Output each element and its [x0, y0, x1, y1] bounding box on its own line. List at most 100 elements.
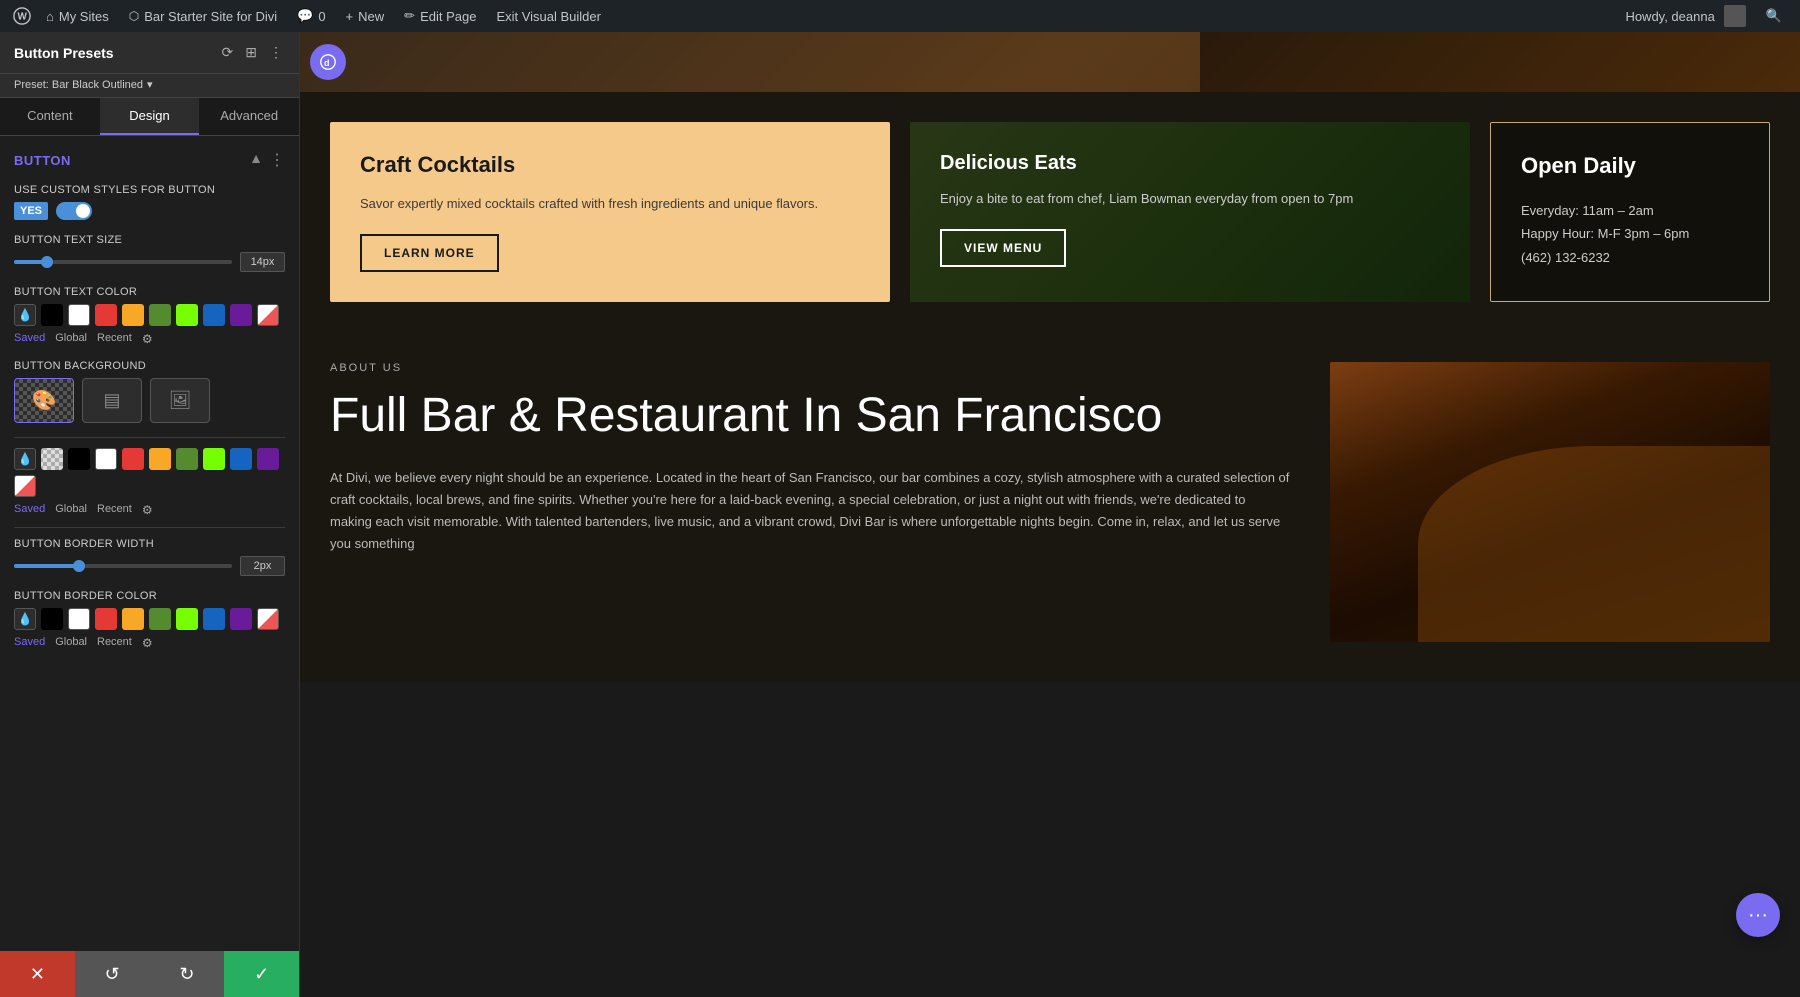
- section-options-icon[interactable]: ⋮: [269, 150, 285, 170]
- color-white-2[interactable]: [95, 448, 117, 470]
- redo-button[interactable]: ↻: [150, 951, 225, 997]
- eats-description: Enjoy a bite to eat from chef, Liam Bowm…: [940, 189, 1440, 209]
- color-yellow[interactable]: [122, 304, 144, 326]
- bg-options: 🎨 ▤ 🖼: [14, 378, 285, 423]
- color-white-3[interactable]: [68, 608, 90, 630]
- color-red-2[interactable]: [122, 448, 144, 470]
- exit-builder-item[interactable]: Exit Visual Builder: [486, 0, 611, 32]
- phone: (462) 132-6232: [1521, 250, 1610, 265]
- howdy-item[interactable]: Howdy, deanna: [1615, 0, 1755, 32]
- border-width-value[interactable]: 2px: [240, 556, 285, 576]
- color-green-3[interactable]: [176, 608, 198, 630]
- global-label-2[interactable]: Global: [55, 503, 87, 517]
- text-size-thumb[interactable]: [41, 256, 53, 268]
- saved-label-2[interactable]: Saved: [14, 503, 45, 517]
- bg-option-image[interactable]: 🖼: [150, 378, 210, 423]
- color-settings-icon-2[interactable]: ⚙: [142, 503, 153, 517]
- site-name-item[interactable]: ⬡ Bar Starter Site for Divi: [119, 0, 287, 32]
- section-icons: ▲ ⋮: [249, 150, 285, 170]
- recent-label-1[interactable]: Recent: [97, 332, 132, 346]
- color-blue[interactable]: [203, 304, 225, 326]
- color-none[interactable]: [257, 304, 279, 326]
- color-none-3[interactable]: [257, 608, 279, 630]
- color-purple-2[interactable]: [257, 448, 279, 470]
- new-item[interactable]: + New: [336, 0, 395, 32]
- bg-option-solid[interactable]: 🎨: [14, 378, 74, 423]
- cocktails-description: Savor expertly mixed cocktails crafted w…: [360, 194, 860, 214]
- color-olive-3[interactable]: [149, 608, 171, 630]
- bg-option-gradient[interactable]: ▤: [82, 378, 142, 423]
- color-purple[interactable]: [230, 304, 252, 326]
- button-border-width-row: Button Border Width 2px: [14, 538, 285, 576]
- solid-icon: 🎨: [32, 388, 57, 413]
- panel-header-icons: ⟳ ⊞ ⋮: [220, 42, 285, 63]
- view-menu-button[interactable]: VIEW MENU: [940, 229, 1066, 267]
- eyedropper-tool-2[interactable]: 💧: [14, 448, 36, 470]
- recent-label-2[interactable]: Recent: [97, 503, 132, 517]
- custom-styles-toggle[interactable]: [56, 202, 92, 220]
- undo-icon: ↺: [105, 964, 120, 985]
- border-width-thumb[interactable]: [73, 560, 85, 572]
- eyedropper-tool-3[interactable]: 💧: [14, 608, 36, 630]
- tab-advanced[interactable]: Advanced: [199, 98, 299, 135]
- color-blue-2[interactable]: [230, 448, 252, 470]
- text-size-value[interactable]: 14px: [240, 252, 285, 272]
- wp-logo[interactable]: W: [8, 0, 36, 32]
- about-image-bowl: [1418, 446, 1770, 642]
- undo-button[interactable]: ↺: [75, 951, 150, 997]
- divi-circle-button[interactable]: d: [310, 44, 346, 80]
- color-none-2[interactable]: [14, 475, 36, 497]
- color-green-2[interactable]: [203, 448, 225, 470]
- comments-item[interactable]: 💬 0: [287, 0, 335, 32]
- save-icon: ✓: [254, 964, 269, 985]
- about-title: Full Bar & Restaurant In San Francisco: [330, 388, 1290, 443]
- saved-label-1[interactable]: Saved: [14, 332, 45, 346]
- tab-design[interactable]: Design: [100, 98, 200, 135]
- color-row-actions-3: Saved Global Recent ⚙: [14, 636, 285, 650]
- hours-1: Everyday: 11am – 2am: [1521, 203, 1654, 218]
- color-settings-icon-3[interactable]: ⚙: [142, 636, 153, 650]
- border-color-palette: 💧: [14, 608, 285, 630]
- save-button[interactable]: ✓: [224, 951, 299, 997]
- site-name-label: Bar Starter Site for Divi: [144, 9, 277, 24]
- search-button[interactable]: 🔍: [1756, 0, 1792, 32]
- text-size-track: [14, 260, 232, 264]
- more-icon[interactable]: ⋮: [267, 42, 285, 63]
- global-label-3[interactable]: Global: [55, 636, 87, 650]
- svg-text:d: d: [324, 58, 330, 68]
- color-red-3[interactable]: [95, 608, 117, 630]
- cancel-button[interactable]: ✕: [0, 951, 75, 997]
- comment-icon: 💬: [297, 8, 313, 24]
- learn-more-button[interactable]: LEARN MORE: [360, 234, 499, 272]
- cancel-icon: ✕: [30, 964, 45, 985]
- color-purple-3[interactable]: [230, 608, 252, 630]
- color-olive-2[interactable]: [176, 448, 198, 470]
- color-checker[interactable]: [41, 448, 63, 470]
- sync-icon[interactable]: ⟳: [220, 42, 236, 63]
- collapse-icon[interactable]: ▲: [249, 150, 263, 170]
- global-label-1[interactable]: Global: [55, 332, 87, 346]
- grid-icon[interactable]: ⊞: [243, 42, 259, 63]
- color-olive[interactable]: [149, 304, 171, 326]
- color-red[interactable]: [95, 304, 117, 326]
- svg-text:W: W: [18, 12, 28, 23]
- panel-preset: Preset: Bar Black Outlined ▾: [0, 74, 299, 98]
- left-panel: Button Presets ⟳ ⊞ ⋮ Preset: Bar Black O…: [0, 32, 300, 997]
- color-yellow-3[interactable]: [122, 608, 144, 630]
- tab-content[interactable]: Content: [0, 98, 100, 135]
- fab-button[interactable]: ···: [1736, 893, 1780, 937]
- recent-label-3[interactable]: Recent: [97, 636, 132, 650]
- eyedropper-tool[interactable]: 💧: [14, 304, 36, 326]
- color-green[interactable]: [176, 304, 198, 326]
- color-white[interactable]: [68, 304, 90, 326]
- edit-page-item[interactable]: ✏ Edit Page: [394, 0, 486, 32]
- color-yellow-2[interactable]: [149, 448, 171, 470]
- saved-label-3[interactable]: Saved: [14, 636, 45, 650]
- my-sites-menu[interactable]: ⌂ My Sites: [36, 0, 119, 32]
- color-black-2[interactable]: [68, 448, 90, 470]
- color-black-3[interactable]: [41, 608, 63, 630]
- color-black[interactable]: [41, 304, 63, 326]
- color-blue-3[interactable]: [203, 608, 225, 630]
- content-area: d Craft Cocktails Savor expertly mixed c…: [300, 32, 1800, 997]
- color-settings-icon-1[interactable]: ⚙: [142, 332, 153, 346]
